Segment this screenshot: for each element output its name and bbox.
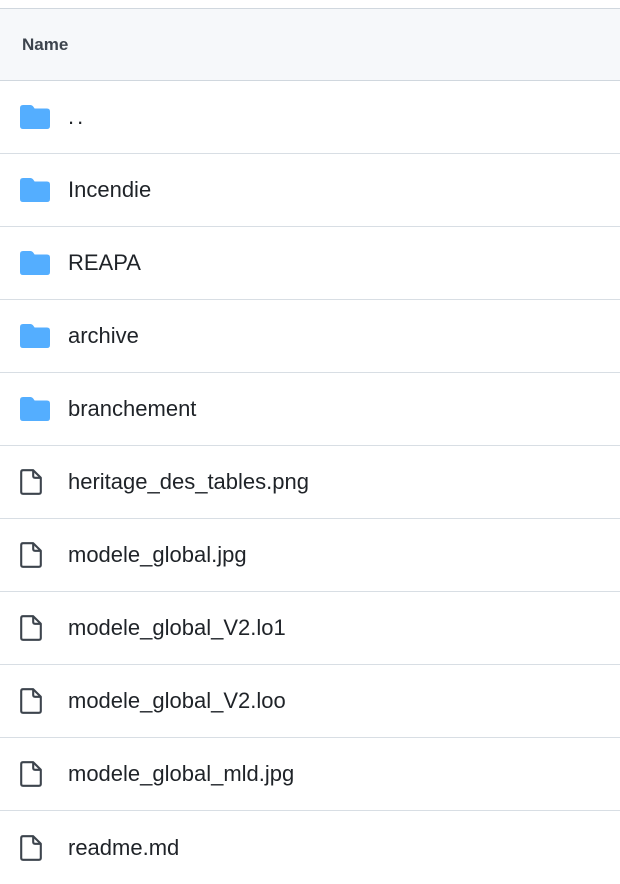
folder-row[interactable]: REAPA <box>0 227 620 300</box>
file-name-link[interactable]: modele_global_mld.jpg <box>68 761 294 787</box>
file-row[interactable]: heritage_des_tables.png <box>0 446 620 519</box>
file-name-link[interactable]: modele_global_V2.loo <box>68 688 286 714</box>
folder-row[interactable]: archive <box>0 300 620 373</box>
file-row[interactable]: modele_global.jpg <box>0 519 620 592</box>
file-row[interactable]: modele_global_V2.loo <box>0 665 620 738</box>
file-icon <box>20 614 52 642</box>
folder-row[interactable]: .. <box>0 81 620 154</box>
file-row[interactable]: modele_global_mld.jpg <box>0 738 620 811</box>
file-icon <box>20 687 52 715</box>
folder-icon <box>20 176 52 204</box>
folder-name-link[interactable]: .. <box>68 104 86 130</box>
file-name-link[interactable]: heritage_des_tables.png <box>68 469 309 495</box>
table-header: Name <box>0 9 620 81</box>
folder-icon <box>20 322 52 350</box>
file-name-link[interactable]: modele_global.jpg <box>68 542 247 568</box>
folder-name-link[interactable]: archive <box>68 323 139 349</box>
folder-icon <box>20 103 52 131</box>
file-icon <box>20 541 52 569</box>
name-column-header: Name <box>22 34 69 54</box>
file-icon <box>20 834 52 862</box>
folder-icon <box>20 395 52 423</box>
file-icon <box>20 760 52 788</box>
file-row[interactable]: modele_global_V2.lo1 <box>0 592 620 665</box>
file-table: Name .. Incendie REAPA archive branchement he… <box>0 0 620 874</box>
folder-icon <box>20 249 52 277</box>
file-icon <box>20 468 52 496</box>
folder-row[interactable]: branchement <box>0 373 620 446</box>
table-top-border <box>0 0 620 9</box>
folder-name-link[interactable]: Incendie <box>68 177 151 203</box>
folder-name-link[interactable]: REAPA <box>68 250 141 276</box>
file-row[interactable]: readme.md <box>0 811 620 884</box>
folder-name-link[interactable]: branchement <box>68 396 196 422</box>
file-name-link[interactable]: readme.md <box>68 835 179 861</box>
folder-row[interactable]: Incendie <box>0 154 620 227</box>
file-list: .. Incendie REAPA archive branchement heritag… <box>0 81 620 884</box>
file-name-link[interactable]: modele_global_V2.lo1 <box>68 615 286 641</box>
